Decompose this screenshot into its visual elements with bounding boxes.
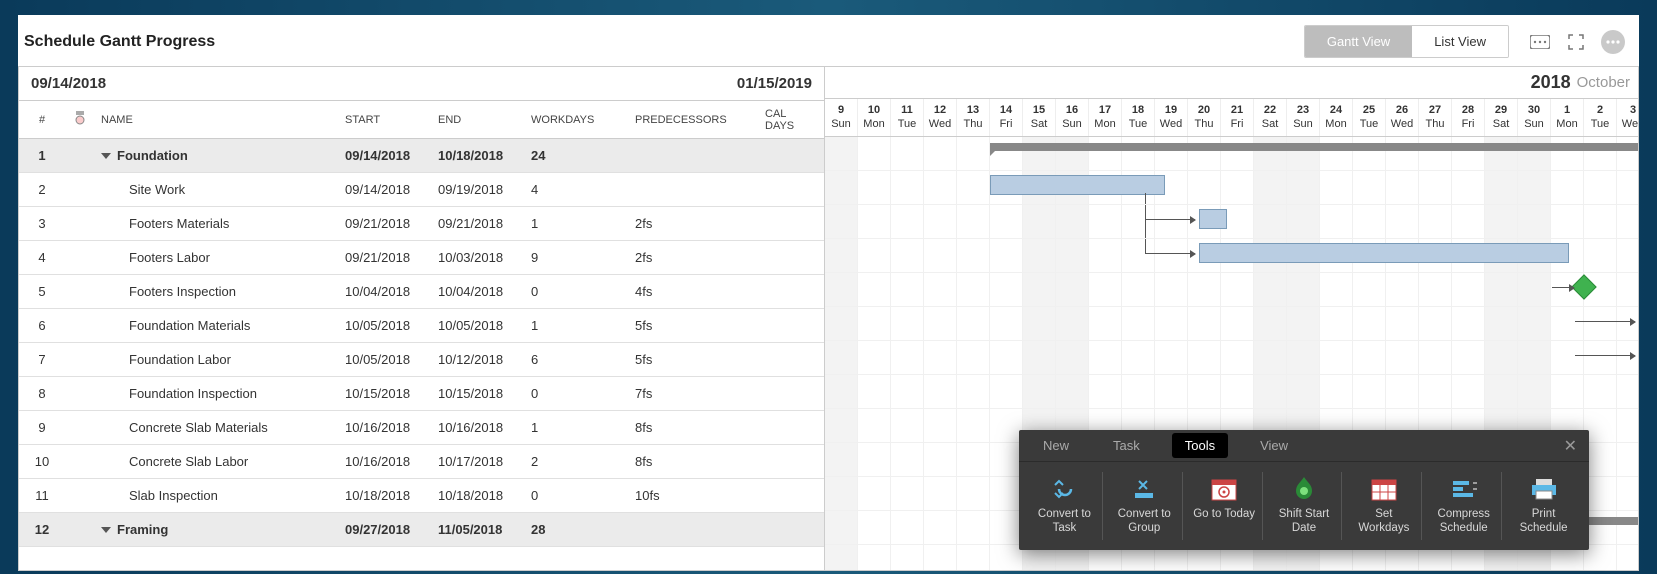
toolbar-tab-new[interactable]: New: [1031, 432, 1081, 459]
col-end[interactable]: END: [432, 114, 525, 126]
col-indicator-icon[interactable]: [65, 110, 95, 129]
timeline-day: 2Tue: [1584, 99, 1617, 136]
timeline-day: 30Sun: [1518, 99, 1551, 136]
timeline-day: 22Sat: [1254, 99, 1287, 136]
timeline-day: 25Tue: [1353, 99, 1386, 136]
col-caldays[interactable]: CAL DAYS: [759, 108, 819, 132]
task-name: Foundation Inspection: [129, 386, 257, 401]
task-row[interactable]: 10Concrete Slab Labor10/16/201810/17/201…: [19, 445, 824, 479]
timeline-day: 12Wed: [924, 99, 957, 136]
timeline-day: 16Sun: [1056, 99, 1089, 136]
timeline-day: 18Tue: [1122, 99, 1155, 136]
collapse-icon[interactable]: [101, 153, 111, 159]
col-name[interactable]: NAME: [95, 114, 339, 126]
more-actions-icon[interactable]: [1601, 30, 1625, 54]
timeline-day: 21Fri: [1221, 99, 1254, 136]
gantt-view-button[interactable]: Gantt View: [1305, 26, 1412, 57]
task-row[interactable]: 3Footers Materials09/21/201809/21/201812…: [19, 207, 824, 241]
timeline-day: 26Wed: [1386, 99, 1419, 136]
list-view-button[interactable]: List View: [1412, 26, 1508, 57]
task-name: Footers Inspection: [129, 284, 236, 299]
gantt-bar-footers-labor[interactable]: [1199, 243, 1569, 263]
timeline-day: 3Wed: [1617, 99, 1639, 136]
timeline-day: 23Sun: [1287, 99, 1320, 136]
timeline-day: 9Sun: [825, 99, 858, 136]
task-row[interactable]: 2Site Work09/14/201809/19/20184: [19, 173, 824, 207]
timeline-day: 28Fri: [1452, 99, 1485, 136]
col-workdays[interactable]: WORKDAYS: [525, 114, 629, 126]
task-row[interactable]: 7Foundation Labor10/05/201810/12/201865f…: [19, 343, 824, 377]
timeline-day: 20Thu: [1188, 99, 1221, 136]
task-row[interactable]: 11Slab Inspection10/18/201810/18/2018010…: [19, 479, 824, 513]
timeline-day: 14Fri: [990, 99, 1023, 136]
timeline-day: 24Mon: [1320, 99, 1353, 136]
task-grid: 09/14/2018 01/15/2019 # NAME START END W…: [18, 67, 825, 571]
print-schedule-button[interactable]: Print Schedule: [1506, 472, 1581, 540]
task-name: Slab Inspection: [129, 488, 218, 503]
compress-schedule-button[interactable]: Compress Schedule: [1426, 472, 1502, 540]
timeline-day: 1Mon: [1551, 99, 1584, 136]
view-toggle: Gantt View List View: [1304, 25, 1509, 58]
timeline-day: 15Sat: [1023, 99, 1056, 136]
timeline-day: 19Wed: [1155, 99, 1188, 136]
col-predecessors[interactable]: PREDECESSORS: [629, 114, 759, 126]
timeline-day: 17Mon: [1089, 99, 1122, 136]
timeline-day: 27Thu: [1419, 99, 1452, 136]
task-name: Site Work: [129, 182, 185, 197]
gantt-bar-site-work[interactable]: [990, 175, 1165, 195]
task-name: Footers Labor: [129, 250, 210, 265]
toolbar-close-icon[interactable]: ✕: [1564, 436, 1577, 456]
schedule-start-date: 09/14/2018: [31, 75, 106, 92]
toolbar-tab-task[interactable]: Task: [1101, 432, 1152, 459]
task-name: Footers Materials: [129, 216, 229, 231]
task-name: Foundation Labor: [129, 352, 231, 367]
set-workdays-button[interactable]: Set Workdays: [1346, 472, 1422, 540]
task-row[interactable]: 8Foundation Inspection10/15/201810/15/20…: [19, 377, 824, 411]
timeline-day: 10Mon: [858, 99, 891, 136]
task-row[interactable]: 9Concrete Slab Materials10/16/201810/16/…: [19, 411, 824, 445]
fullscreen-icon[interactable]: [1565, 31, 1587, 53]
shift-start-date-button[interactable]: Shift Start Date: [1267, 472, 1343, 540]
toolbar-tab-view[interactable]: View: [1248, 432, 1300, 459]
column-header-row: # NAME START END WORKDAYS PREDECESSORS C…: [19, 101, 824, 139]
convert-to-group-button[interactable]: Convert to Group: [1107, 472, 1183, 540]
task-name: Concrete Slab Labor: [129, 454, 248, 469]
convert-to-task-button[interactable]: Convert to Task: [1027, 472, 1103, 540]
task-row[interactable]: 1Foundation09/14/201810/18/201824: [19, 139, 824, 173]
col-number[interactable]: #: [19, 114, 65, 126]
col-start[interactable]: START: [339, 114, 432, 126]
task-row[interactable]: 5Footers Inspection10/04/201810/04/20180…: [19, 275, 824, 309]
task-name: Foundation Materials: [129, 318, 250, 333]
page-title: Schedule Gantt Progress: [24, 33, 1304, 51]
timeline-day: 13Thu: [957, 99, 990, 136]
task-row[interactable]: 12Framing09/27/201811/05/201828: [19, 513, 824, 547]
timeline-day: 11Tue: [891, 99, 924, 136]
timeline-header: 9Sun10Mon11Tue12Wed13Thu14Fri15Sat16Sun1…: [825, 99, 1638, 137]
timeline-month: October: [1577, 74, 1630, 91]
go-to-today-button[interactable]: Go to Today: [1187, 472, 1263, 540]
field-chooser-icon[interactable]: [1529, 31, 1551, 53]
task-name: Framing: [117, 522, 168, 537]
task-name: Foundation: [117, 148, 188, 163]
timeline-day: 29Sat: [1485, 99, 1518, 136]
task-name: Concrete Slab Materials: [129, 420, 268, 435]
task-row[interactable]: 6Foundation Materials10/05/201810/05/201…: [19, 309, 824, 343]
tools-toolbar: New Task Tools View ✕ Convert to Task Co…: [1019, 430, 1589, 550]
schedule-end-date: 01/15/2019: [737, 75, 812, 92]
task-row[interactable]: 4Footers Labor09/21/201810/03/201892fs: [19, 241, 824, 275]
collapse-icon[interactable]: [101, 527, 111, 533]
gantt-summary-foundation[interactable]: [990, 143, 1639, 151]
gantt-bar-footers-materials[interactable]: [1199, 209, 1227, 229]
toolbar-tab-tools[interactable]: Tools: [1172, 433, 1228, 458]
timeline-year: 2018: [1531, 72, 1571, 93]
